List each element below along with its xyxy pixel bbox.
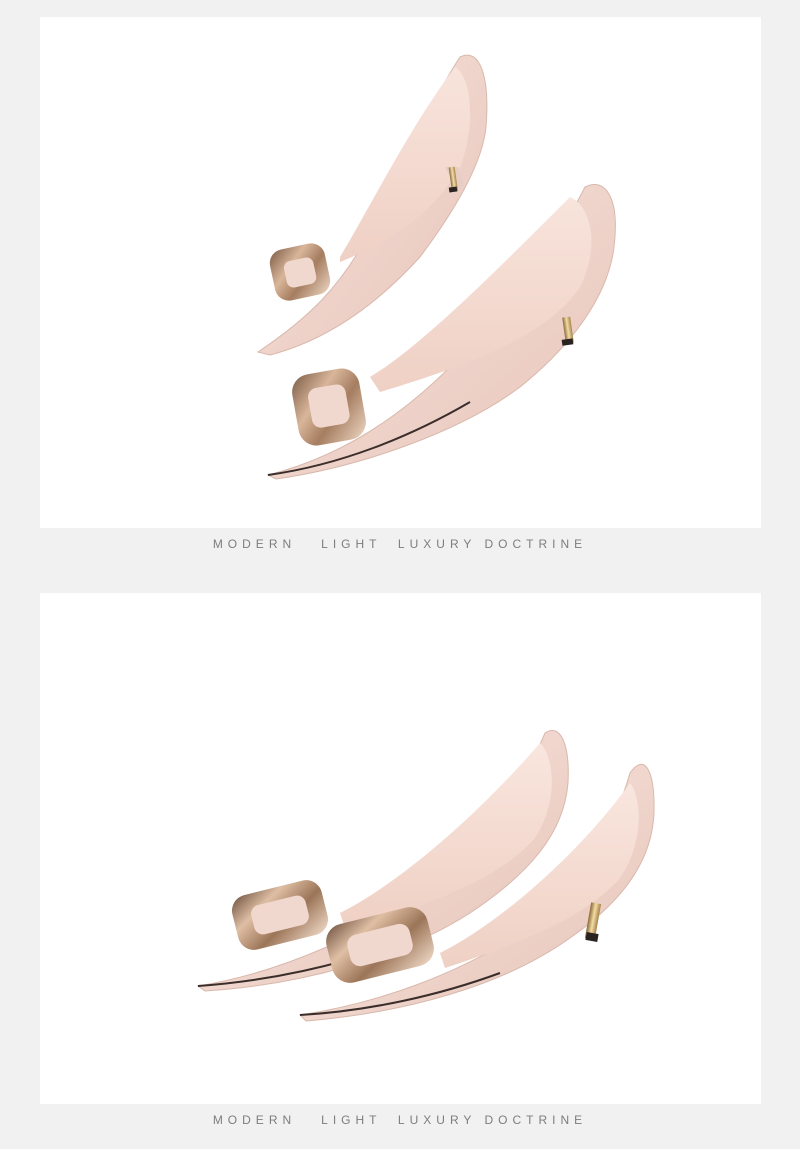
pink-pumps-illustration-top	[256, 54, 616, 480]
pink-pumps-illustration-bottom	[196, 730, 655, 1022]
tagline-top: MODERN LIGHT LUXURY DOCTRINE	[212, 537, 588, 551]
gold-buckle-front	[292, 368, 366, 446]
gold-buckle-back	[269, 243, 331, 301]
gold-buckle-right	[326, 907, 434, 983]
gold-buckle-left	[231, 880, 329, 950]
product-photo-bottom	[40, 593, 761, 1104]
product-photo-top	[40, 17, 761, 528]
back-shoe	[256, 54, 488, 356]
tagline-bottom: MODERN LIGHT LUXURY DOCTRINE	[212, 1113, 588, 1127]
